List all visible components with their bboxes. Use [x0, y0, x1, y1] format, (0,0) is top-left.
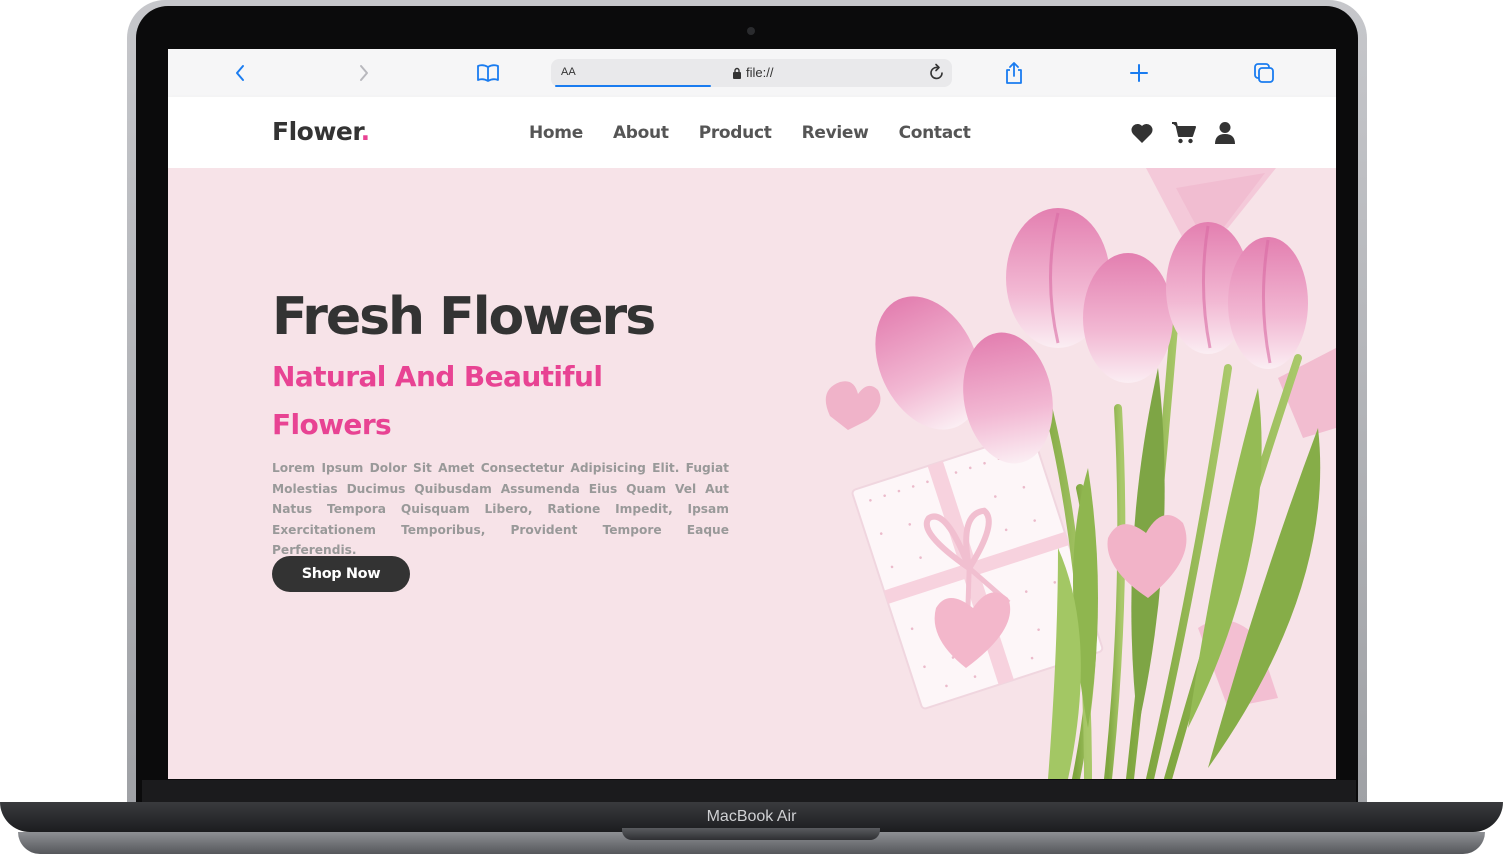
- user-icon[interactable]: [1214, 121, 1236, 149]
- tulip-bouquet-image: [825, 168, 1336, 779]
- nav-review[interactable]: Review: [802, 123, 869, 143]
- cart-icon[interactable]: [1171, 121, 1197, 149]
- hero-section: Fresh Flowers Natural And Beautiful Flow…: [168, 168, 1336, 779]
- screen-chin: [142, 780, 1356, 804]
- heart-icon[interactable]: [1130, 122, 1154, 148]
- header-icons: [1130, 121, 1236, 149]
- site-logo[interactable]: Flower.: [272, 117, 370, 146]
- nav-about[interactable]: About: [613, 123, 669, 143]
- main-nav: Home About Product Review Contact: [529, 123, 971, 143]
- site-header: Flower. Home About Product Review Contac…: [168, 97, 1336, 168]
- camera: [747, 27, 755, 35]
- address-bar[interactable]: AA file://: [551, 59, 952, 87]
- hero-subtitle: Natural And Beautiful Flowers: [272, 360, 603, 441]
- logo-text: Flower: [272, 117, 361, 146]
- progress-underline: [555, 85, 711, 87]
- url-display: file://: [732, 65, 773, 80]
- hero-title: Fresh Flowers: [272, 287, 656, 347]
- url-text: file://: [746, 65, 774, 80]
- screen: AA file:// Flower. Home About Product Re…: [168, 49, 1336, 779]
- tabs-icon[interactable]: [1252, 61, 1276, 85]
- hero-description: Lorem Ipsum Dolor Sit Amet Consectetur A…: [272, 461, 729, 557]
- nav-contact[interactable]: Contact: [899, 123, 971, 143]
- device-label: MacBook Air: [706, 808, 797, 825]
- back-icon[interactable]: [228, 61, 252, 85]
- logo-dot: .: [360, 117, 371, 146]
- text-size-button[interactable]: AA: [561, 66, 576, 78]
- lock-icon: [733, 67, 741, 79]
- shop-now-button[interactable]: Shop Now: [272, 556, 410, 592]
- hinge-notch: [622, 828, 880, 840]
- nav-home[interactable]: Home: [529, 123, 583, 143]
- reload-icon[interactable]: [928, 63, 946, 87]
- nav-product[interactable]: Product: [699, 123, 772, 143]
- new-tab-icon[interactable]: [1127, 61, 1151, 85]
- share-icon[interactable]: [1002, 61, 1026, 85]
- bookmarks-icon[interactable]: [476, 61, 500, 85]
- forward-icon[interactable]: [352, 61, 376, 85]
- browser-toolbar: AA file://: [168, 49, 1336, 98]
